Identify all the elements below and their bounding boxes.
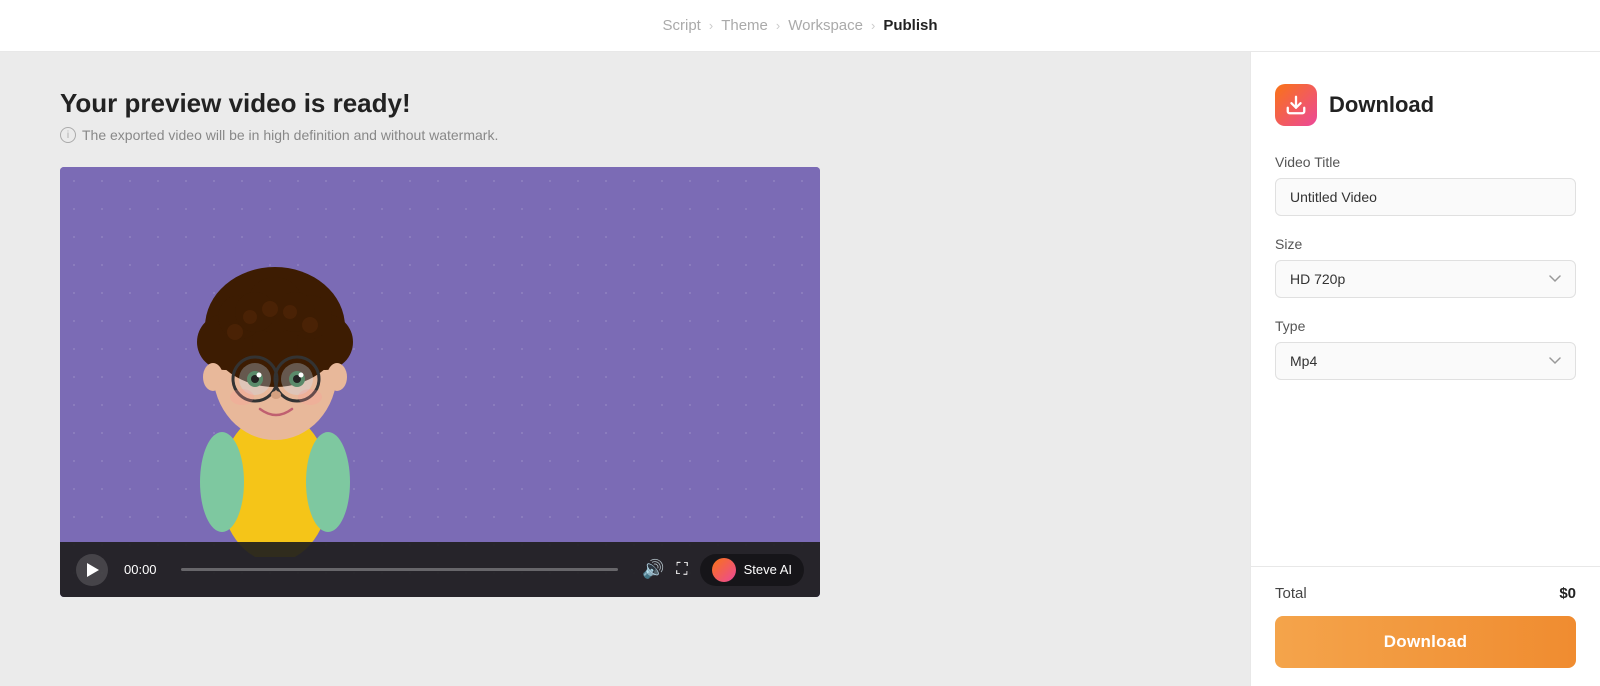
- character-illustration: [160, 197, 390, 537]
- total-label: Total: [1275, 585, 1307, 602]
- play-icon: [87, 563, 99, 577]
- sidebar-title: Download: [1329, 92, 1434, 118]
- fullscreen-icon[interactable]: ⛶: [676, 561, 687, 579]
- video-title-group: Video Title: [1275, 154, 1576, 216]
- size-label: Size: [1275, 236, 1576, 252]
- total-value: $0: [1559, 585, 1576, 602]
- time-display: 00:00: [124, 562, 157, 577]
- watermark-badge: Steve AI: [700, 554, 804, 586]
- video-player: 00:00 🔊 ⛶ Steve AI: [60, 167, 820, 597]
- download-button[interactable]: Download: [1275, 616, 1576, 668]
- nav-step-workspace[interactable]: Workspace: [788, 17, 863, 34]
- workspace-label: Workspace: [788, 17, 863, 34]
- chevron-1-icon: ›: [709, 18, 713, 33]
- controls-right: 🔊 ⛶ Steve AI: [642, 554, 804, 586]
- volume-icon[interactable]: 🔊: [642, 559, 664, 580]
- watermark-avatar: [712, 558, 736, 582]
- progress-bar[interactable]: [181, 568, 618, 571]
- sidebar-top: Download Video Title Size HD 720p Full H…: [1251, 52, 1600, 566]
- main-layout: Your preview video is ready! i The expor…: [0, 52, 1600, 686]
- watermark-text: Steve AI: [744, 562, 792, 577]
- preview-subtitle: i The exported video will be in high def…: [60, 127, 1190, 143]
- info-icon: i: [60, 127, 76, 143]
- top-nav: Script › Theme › Workspace › Publish: [0, 0, 1600, 52]
- preview-title: Your preview video is ready!: [60, 88, 1190, 119]
- publish-label: Publish: [883, 17, 937, 34]
- sidebar-header: Download: [1275, 84, 1576, 126]
- type-group: Type Mp4 WebM Gif: [1275, 318, 1576, 380]
- right-sidebar: Download Video Title Size HD 720p Full H…: [1250, 52, 1600, 686]
- script-label: Script: [663, 17, 701, 34]
- nav-step-publish[interactable]: Publish: [883, 17, 937, 34]
- download-icon: [1285, 94, 1307, 116]
- video-title-input[interactable]: [1275, 178, 1576, 216]
- download-icon-wrap: [1275, 84, 1317, 126]
- content-area: Your preview video is ready! i The expor…: [0, 52, 1250, 686]
- play-button[interactable]: [76, 554, 108, 586]
- preview-subtitle-text: The exported video will be in high defin…: [82, 127, 498, 143]
- video-controls-bar: 00:00 🔊 ⛶ Steve AI: [60, 542, 820, 597]
- total-row: Total $0: [1275, 585, 1576, 602]
- chevron-2-icon: ›: [776, 18, 780, 33]
- video-background: [60, 167, 820, 597]
- sidebar-bottom: Total $0 Download: [1251, 566, 1600, 686]
- chevron-3-icon: ›: [871, 18, 875, 33]
- video-title-label: Video Title: [1275, 154, 1576, 170]
- type-label: Type: [1275, 318, 1576, 334]
- size-group: Size HD 720p Full HD 1080p 4K: [1275, 236, 1576, 298]
- size-select[interactable]: HD 720p Full HD 1080p 4K: [1275, 260, 1576, 298]
- nav-step-theme[interactable]: Theme: [721, 17, 768, 34]
- type-select[interactable]: Mp4 WebM Gif: [1275, 342, 1576, 380]
- theme-label: Theme: [721, 17, 768, 34]
- nav-step-script[interactable]: Script: [663, 17, 701, 34]
